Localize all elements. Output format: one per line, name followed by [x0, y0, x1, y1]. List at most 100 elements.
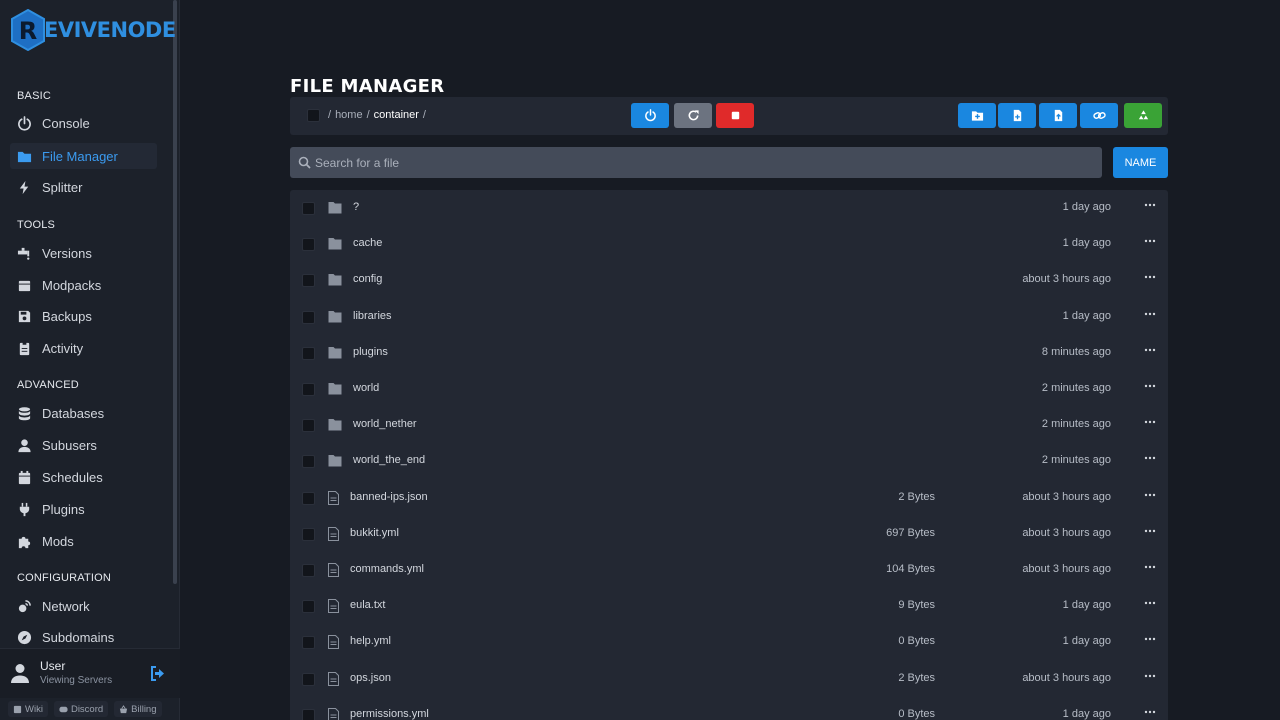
file-size: 2 Bytes — [898, 490, 935, 503]
sort-name-button[interactable]: NAME — [1113, 147, 1168, 178]
link-icon — [1092, 112, 1106, 119]
floppy-icon — [16, 308, 32, 324]
file-row[interactable]: ? 1 day ago — [290, 190, 1168, 226]
sidebar-item-subusers[interactable]: Subusers — [10, 432, 157, 458]
plug-icon — [16, 501, 32, 517]
file-plus-icon — [1013, 109, 1021, 122]
row-checkbox[interactable] — [302, 310, 315, 324]
row-checkbox[interactable] — [302, 708, 315, 720]
file-row[interactable]: world_the_end 2 minutes ago — [290, 443, 1168, 479]
file-row[interactable]: plugins 8 minutes ago — [290, 335, 1168, 371]
stop-server-button[interactable] — [716, 103, 754, 128]
file-list: ? 1 day ago cache 1 day ago config about 3 ho… — [290, 190, 1168, 720]
sidebar-item-network[interactable]: Network — [10, 593, 157, 619]
sidebar-item-label: Network — [42, 598, 90, 614]
sidebar-item-databases[interactable]: Databases — [10, 400, 157, 426]
restart-server-button[interactable] — [674, 103, 712, 128]
sidebar-item-console[interactable]: Console — [10, 110, 157, 136]
file-modified: 8 minutes ago — [1041, 345, 1111, 358]
row-checkbox[interactable] — [302, 238, 315, 252]
book-icon — [13, 705, 22, 713]
sidebar-item-modpacks[interactable]: Modpacks — [10, 272, 157, 298]
upload-file-button[interactable] — [1039, 103, 1077, 128]
more-options-icon[interactable] — [1144, 272, 1156, 284]
file-icon — [328, 671, 339, 686]
sidebar-item-subdomains[interactable]: Subdomains — [10, 624, 157, 650]
file-name: world_the_end — [353, 454, 426, 467]
search-input[interactable] — [315, 155, 1075, 170]
row-checkbox[interactable] — [302, 672, 315, 686]
file-row[interactable]: banned-ips.json 2 Bytes about 3 hours ago — [290, 480, 1168, 516]
logo-badge-icon: R — [10, 8, 46, 52]
billing-link[interactable]: Billing — [114, 701, 162, 717]
sidebar-item-file-manager[interactable]: File Manager — [10, 143, 157, 169]
breadcrumb-current[interactable]: container — [374, 109, 419, 121]
file-row[interactable]: cache 1 day ago — [290, 226, 1168, 262]
trash-bin-button[interactable] — [1124, 103, 1162, 128]
row-checkbox[interactable] — [302, 527, 315, 541]
breadcrumb-home[interactable]: home — [335, 109, 363, 121]
file-modified: 2 minutes ago — [1041, 454, 1111, 467]
row-checkbox[interactable] — [302, 600, 315, 614]
pull-from-url-button[interactable] — [1080, 103, 1118, 128]
file-row[interactable]: world_nether 2 minutes ago — [290, 407, 1168, 443]
file-icon — [328, 563, 339, 577]
sidebar-scrollbar[interactable] — [173, 0, 177, 584]
more-options-icon[interactable] — [1144, 417, 1156, 429]
file-row[interactable]: commands.yml 104 Bytes about 3 hours ago — [290, 552, 1168, 588]
row-checkbox[interactable] — [302, 274, 315, 288]
file-upload-icon — [1054, 109, 1062, 122]
more-options-icon[interactable] — [1144, 526, 1156, 538]
more-options-icon[interactable] — [1144, 381, 1156, 393]
file-row[interactable]: libraries 1 day ago — [290, 299, 1168, 335]
more-options-icon[interactable] — [1144, 236, 1156, 248]
row-checkbox[interactable] — [302, 455, 315, 469]
sidebar-item-schedules[interactable]: Schedules — [10, 464, 157, 490]
row-checkbox[interactable] — [302, 636, 315, 650]
sidebar-item-label: Subdomains — [42, 629, 115, 645]
more-options-icon[interactable] — [1144, 671, 1156, 683]
file-modified: 1 day ago — [1062, 635, 1111, 648]
sidebar-item-backups[interactable]: Backups — [10, 303, 157, 329]
row-checkbox[interactable] — [302, 383, 315, 396]
file-row[interactable]: permissions.yml 0 Bytes 1 day ago — [290, 697, 1168, 720]
more-options-icon[interactable] — [1144, 345, 1156, 357]
sidebar-item-splitter[interactable]: Splitter — [10, 174, 157, 200]
more-options-icon[interactable] — [1144, 562, 1156, 574]
logo-text: EVIVENODE — [44, 18, 176, 42]
row-checkbox[interactable] — [302, 419, 315, 433]
more-options-icon[interactable] — [1144, 490, 1156, 502]
row-checkbox[interactable] — [302, 564, 315, 577]
row-checkbox[interactable] — [302, 346, 315, 360]
sidebar-item-plugins[interactable]: Plugins — [10, 496, 157, 522]
new-file-button[interactable] — [998, 103, 1036, 128]
file-icon — [328, 635, 339, 650]
sidebar-item-versions[interactable]: Versions — [10, 240, 157, 266]
more-options-icon[interactable] — [1144, 453, 1156, 465]
start-server-button[interactable] — [631, 103, 669, 128]
file-row[interactable]: ops.json 2 Bytes about 3 hours ago — [290, 661, 1168, 697]
svg-text:R: R — [19, 17, 37, 45]
row-checkbox[interactable] — [302, 202, 315, 215]
more-options-icon[interactable] — [1144, 634, 1156, 646]
logout-icon[interactable] — [150, 666, 167, 681]
more-options-icon[interactable] — [1144, 598, 1156, 610]
sidebar-item-label: File Manager — [42, 148, 118, 164]
sidebar-item-mods[interactable]: Mods — [10, 528, 157, 554]
wiki-link[interactable]: Wiki — [8, 701, 48, 717]
file-row[interactable]: eula.txt 9 Bytes 1 day ago — [290, 588, 1168, 624]
sidebar-item-activity[interactable]: Activity — [10, 335, 157, 361]
new-folder-button[interactable] — [958, 103, 996, 128]
file-row[interactable]: help.yml 0 Bytes 1 day ago — [290, 624, 1168, 660]
file-row[interactable]: world 2 minutes ago — [290, 371, 1168, 407]
brand-logo[interactable]: R EVIVENODE — [10, 8, 176, 52]
more-options-icon[interactable] — [1144, 200, 1156, 212]
billing-link-label: Billing — [131, 703, 157, 715]
file-row[interactable]: config about 3 hours ago — [290, 262, 1168, 298]
row-checkbox[interactable] — [302, 491, 315, 505]
discord-link[interactable]: Discord — [53, 701, 109, 717]
more-options-icon[interactable] — [1144, 707, 1156, 719]
more-options-icon[interactable] — [1144, 309, 1156, 321]
file-row[interactable]: bukkit.yml 697 Bytes about 3 hours ago — [290, 516, 1168, 552]
select-all-checkbox[interactable] — [307, 109, 320, 122]
